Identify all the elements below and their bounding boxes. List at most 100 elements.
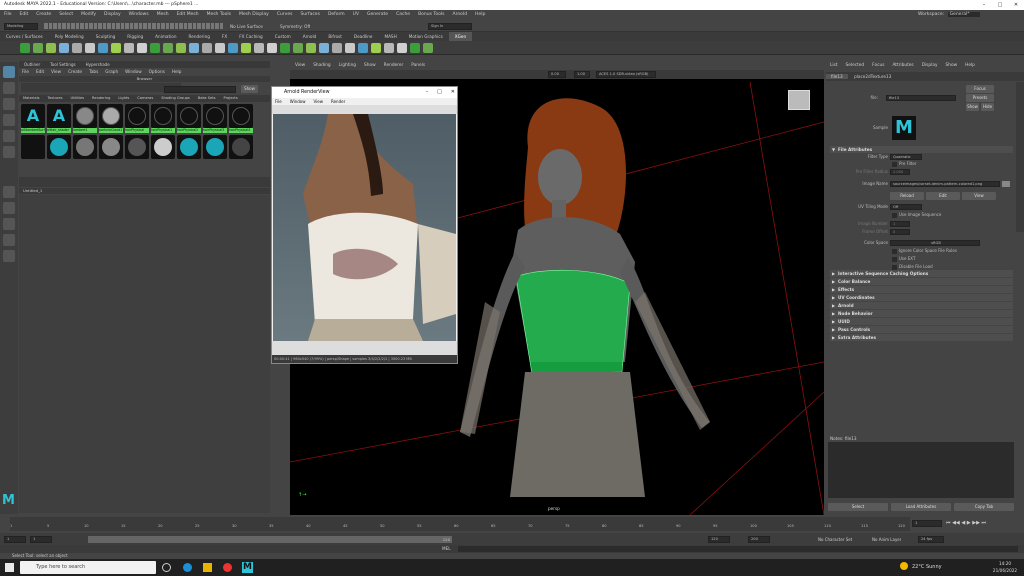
menu-item-5[interactable]: Display: [104, 12, 121, 17]
renderview-menu-item-3[interactable]: Render: [331, 99, 345, 104]
shelf-tool-icon[interactable]: [332, 43, 342, 53]
close-icon[interactable]: ✕: [451, 87, 455, 98]
node-editor-area[interactable]: [19, 195, 270, 513]
menu-item-14[interactable]: UV: [353, 12, 359, 17]
focus-button[interactable]: Focus: [966, 85, 994, 93]
single-view-icon[interactable]: [3, 186, 15, 198]
shelf-tool-icon[interactable]: [202, 43, 212, 53]
maximize-icon[interactable]: □: [992, 0, 1008, 10]
shelf-tool-icon[interactable]: [384, 43, 394, 53]
viewport-menu-item-4[interactable]: Renderer: [384, 63, 404, 68]
hypershade-menu-item-4[interactable]: Tabs: [89, 69, 98, 74]
exposure-field[interactable]: 0.00: [548, 71, 566, 78]
taskbar-search[interactable]: Type here to search: [20, 561, 156, 574]
use-sequence-checkbox[interactable]: [892, 213, 897, 218]
ae-menu-item-2[interactable]: Focus: [872, 63, 884, 68]
menu-item-8[interactable]: Edit Mesh: [177, 12, 199, 17]
shelf-tool-icon[interactable]: [150, 43, 160, 53]
hypershade-subtab-6[interactable]: Shading Groups: [157, 96, 194, 100]
menu-item-12[interactable]: Surfaces: [300, 12, 320, 17]
menu-item-17[interactable]: Bonus Tools: [418, 12, 444, 17]
hypershade-subtab-8[interactable]: Projects: [220, 96, 242, 100]
viewport-menu-item-3[interactable]: Show: [364, 63, 376, 68]
status-tool-icon[interactable]: [120, 23, 124, 29]
shelf-tool-icon[interactable]: [371, 43, 381, 53]
shelf-tab-8[interactable]: Custom: [269, 32, 297, 41]
status-tool-icon[interactable]: [62, 23, 66, 29]
shelf-tool-icon[interactable]: [293, 43, 303, 53]
hypershade-menu-item-0[interactable]: File: [22, 69, 29, 74]
status-tool-icon[interactable]: [75, 23, 79, 29]
shelf-tool-icon[interactable]: [358, 43, 368, 53]
hypershade-subtab-2[interactable]: Utilities: [67, 96, 89, 100]
hypershade-subtab-5[interactable]: Cameras: [133, 96, 157, 100]
hypershade-subtab-3[interactable]: Rendering: [88, 96, 114, 100]
material-swatch[interactable]: [203, 104, 227, 128]
shelf-tab-14[interactable]: XGen: [448, 32, 473, 41]
hypershade-menu-item-8[interactable]: Help: [172, 69, 182, 74]
material-swatch[interactable]: [177, 104, 201, 128]
material-swatch[interactable]: A: [21, 104, 45, 128]
material-swatch[interactable]: [125, 104, 149, 128]
section-4[interactable]: ▶ Arnold: [830, 302, 1013, 309]
material-swatch[interactable]: A: [47, 104, 71, 128]
persp-outliner-icon[interactable]: [3, 218, 15, 230]
shelf-tab-12[interactable]: MASH: [378, 32, 402, 41]
live-surface[interactable]: No Live Surface: [230, 23, 263, 30]
minimize-icon[interactable]: –: [976, 0, 992, 10]
scale-tool-icon[interactable]: [3, 146, 15, 158]
view-button[interactable]: View: [962, 192, 996, 200]
gamma-field[interactable]: 1.00: [574, 71, 590, 78]
status-tool-icon[interactable]: [89, 23, 93, 29]
windows-start-icon[interactable]: [5, 563, 14, 572]
shelf-tab-3[interactable]: Rigging: [121, 32, 149, 41]
hypershade-tab-0[interactable]: Outliner: [19, 62, 45, 67]
workarea-tab[interactable]: Untitled_1: [19, 188, 270, 194]
presets-button[interactable]: Presets: [966, 94, 994, 102]
folder-icon[interactable]: [1002, 181, 1010, 187]
section-2[interactable]: ▶ Effects: [830, 286, 1013, 293]
shelf-tool-icon[interactable]: [267, 43, 277, 53]
ae-menu-item-0[interactable]: List: [830, 63, 838, 68]
shelf-tool-icon[interactable]: [319, 43, 329, 53]
hypershade-tab-1[interactable]: Tool Settings: [45, 62, 80, 67]
material-swatch[interactable]: [99, 135, 123, 159]
sign-in[interactable]: Sign In: [428, 23, 472, 30]
colorspace-select[interactable]: ACES 1.0 SDR-video (sRGB): [596, 71, 656, 78]
ae-menu-item-6[interactable]: Help: [965, 63, 975, 68]
hypershade-menu-item-3[interactable]: Create: [68, 69, 82, 74]
shelf-tab-9[interactable]: Arnold: [297, 32, 323, 41]
menu-item-7[interactable]: Mesh: [157, 12, 169, 17]
shelf-tab-5[interactable]: Rendering: [183, 32, 216, 41]
reload-button[interactable]: Reload: [890, 192, 924, 200]
status-tool-icon[interactable]: [143, 23, 147, 29]
status-tool-icon[interactable]: [201, 23, 205, 29]
shelf-tool-icon[interactable]: [85, 43, 95, 53]
status-tool-icon[interactable]: [165, 23, 169, 29]
material-swatch[interactable]: [73, 104, 97, 128]
shelf-tool-icon[interactable]: [137, 43, 147, 53]
minimize-icon[interactable]: –: [426, 87, 429, 98]
status-tool-icon[interactable]: [66, 23, 70, 29]
shelf-tab-0[interactable]: Curves / Surfaces: [0, 32, 49, 41]
hypershade-subtab-1[interactable]: Textures: [43, 96, 66, 100]
shelf-tool-icon[interactable]: [228, 43, 238, 53]
hypershade-tab-2[interactable]: Hypershade: [81, 62, 115, 67]
shelf-tab-6[interactable]: FX: [216, 32, 233, 41]
shelf-tool-icon[interactable]: [189, 43, 199, 53]
shelf-tool-icon[interactable]: [215, 43, 225, 53]
edit-button[interactable]: Edit: [926, 192, 960, 200]
ae-menu-item-5[interactable]: Show: [946, 63, 958, 68]
node-tab-file[interactable]: file13: [826, 74, 848, 79]
section-3[interactable]: ▶ UV Coordinates: [830, 294, 1013, 301]
shelf-tool-icon[interactable]: [72, 43, 82, 53]
status-tool-icon[interactable]: [102, 23, 106, 29]
browser-search[interactable]: [164, 86, 236, 93]
material-swatch[interactable]: [125, 135, 149, 159]
material-swatch[interactable]: [151, 135, 175, 159]
status-tool-icon[interactable]: [107, 23, 111, 29]
menu-item-16[interactable]: Cache: [396, 12, 410, 17]
maya-taskbar-icon[interactable]: M: [242, 562, 253, 573]
menu-item-4[interactable]: Modify: [81, 12, 96, 17]
menu-item-2[interactable]: Create: [36, 12, 51, 17]
